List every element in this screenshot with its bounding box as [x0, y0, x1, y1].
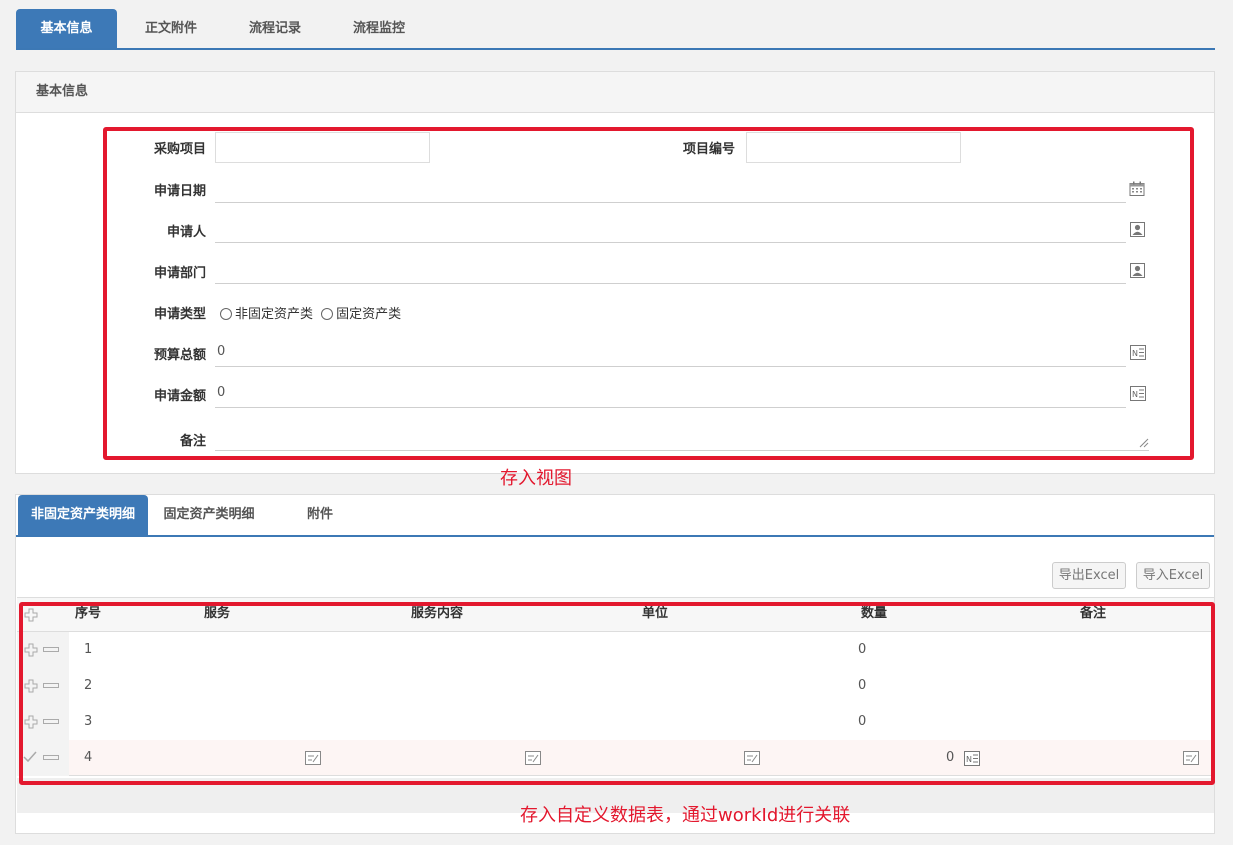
row-quantity-input[interactable]: 0: [946, 740, 954, 776]
resize-handle-icon[interactable]: [1139, 438, 1149, 448]
apply-type-radio-group: 非固定资产类 固定资产类: [220, 303, 401, 322]
tab-basic-info[interactable]: 基本信息: [16, 9, 117, 48]
applicant-label: 申请人: [166, 225, 206, 240]
confirm-check-icon[interactable]: [23, 751, 37, 763]
column-header-remark: 备注: [1079, 606, 1106, 621]
add-icon[interactable]: [24, 643, 38, 657]
svg-text:N: N: [1132, 390, 1138, 399]
detail-grid: 序号 服务 服务内容 单位 数量 备注 1 0 2 0 3 0 4 0 N: [17, 597, 1214, 813]
budget-total-input[interactable]: 0: [215, 337, 1126, 367]
remove-icon[interactable]: [43, 719, 59, 725]
row-quantity: 0: [858, 642, 867, 657]
edit-text-icon[interactable]: [1183, 751, 1199, 765]
row-ops: [17, 704, 69, 740]
table-row-editing[interactable]: 4 0 N: [17, 740, 1214, 776]
radio-non-fixed-asset[interactable]: [220, 308, 232, 320]
table-row[interactable]: 2 0: [17, 668, 1214, 704]
user-picker-icon[interactable]: [1130, 222, 1145, 237]
item-number-input[interactable]: [746, 132, 961, 163]
panel-title: 基本信息: [16, 72, 1214, 113]
row-ops: [17, 668, 69, 704]
row-index: 2: [84, 678, 93, 693]
apply-dept-input[interactable]: [215, 254, 1126, 284]
import-excel-button[interactable]: 导入Excel: [1136, 562, 1210, 589]
radio-non-fixed-asset-label: 非固定资产类: [235, 307, 314, 322]
annotation-view-text: 存入视图: [500, 468, 572, 489]
column-header-unit: 单位: [641, 606, 668, 621]
column-header-service: 服务: [203, 606, 230, 621]
edit-text-icon[interactable]: [305, 751, 321, 765]
table-row[interactable]: 1 0: [17, 632, 1214, 668]
number-icon[interactable]: N: [1130, 345, 1146, 360]
apply-amount-input[interactable]: 0: [215, 378, 1126, 408]
remove-icon[interactable]: [43, 683, 59, 689]
apply-dept-label: 申请部门: [153, 266, 206, 281]
tab-fixed-asset-detail[interactable]: 固定资产类明细: [148, 495, 270, 535]
number-icon[interactable]: N: [1130, 386, 1146, 401]
add-row-icon[interactable]: [24, 608, 38, 622]
tab-attachments[interactable]: 正文附件: [117, 9, 225, 48]
detail-panel: 非固定资产类明细 固定资产类明细 附件 导出Excel 导入Excel 序号 服…: [15, 494, 1215, 834]
row-index: 3: [84, 714, 93, 729]
column-header-index: 序号: [74, 606, 101, 621]
tab-non-fixed-asset-detail[interactable]: 非固定资产类明细: [18, 495, 148, 535]
purchase-item-label: 采购项目: [153, 142, 206, 157]
top-tab-bar: 基本信息 正文附件 流程记录 流程监控: [16, 9, 1215, 50]
remark-textarea[interactable]: [215, 419, 1149, 451]
row-ops: [17, 632, 69, 668]
row-quantity: 0: [858, 714, 867, 729]
add-icon[interactable]: [24, 679, 38, 693]
purchase-item-input[interactable]: [215, 132, 430, 163]
table-row[interactable]: 3 0: [17, 704, 1214, 740]
annotation-table-text: 存入自定义数据表，通过workId进行关联: [520, 805, 851, 826]
basic-info-panel: 基本信息 采购项目 项目编号 申请日期 申请人 申请部门 申请类型 非固定资产类…: [15, 71, 1215, 474]
svg-text:N: N: [966, 755, 972, 764]
row-index: 1: [84, 642, 93, 657]
detail-tab-bar: 非固定资产类明细 固定资产类明细 附件: [16, 495, 1214, 537]
column-header-service-content: 服务内容: [410, 606, 463, 621]
apply-date-label: 申请日期: [153, 184, 206, 199]
item-number-label: 项目编号: [682, 142, 735, 157]
apply-type-label: 申请类型: [153, 307, 206, 322]
grid-header: 序号 服务 服务内容 单位 数量 备注: [17, 598, 1214, 632]
svg-text:N: N: [1132, 349, 1138, 358]
remove-icon[interactable]: [43, 755, 59, 761]
applicant-input[interactable]: [215, 213, 1126, 243]
number-icon[interactable]: N: [964, 751, 980, 766]
edit-text-icon[interactable]: [525, 751, 541, 765]
edit-text-icon[interactable]: [744, 751, 760, 765]
row-index: 4: [84, 750, 93, 765]
export-excel-button[interactable]: 导出Excel: [1052, 562, 1126, 589]
remove-icon[interactable]: [43, 647, 59, 653]
row-ops: [17, 740, 69, 776]
add-icon[interactable]: [24, 715, 38, 729]
apply-date-input[interactable]: [215, 173, 1126, 203]
radio-fixed-asset[interactable]: [321, 308, 334, 320]
tab-flow-records[interactable]: 流程记录: [225, 9, 325, 48]
apply-amount-label: 申请金额: [153, 389, 206, 404]
tab-flow-monitor[interactable]: 流程监控: [325, 9, 433, 48]
column-header-quantity: 数量: [860, 606, 887, 621]
user-picker-icon[interactable]: [1130, 263, 1145, 278]
calendar-icon[interactable]: [1129, 181, 1145, 197]
tab-detail-attachments[interactable]: 附件: [270, 495, 370, 535]
remark-label: 备注: [179, 434, 206, 449]
row-quantity: 0: [858, 678, 867, 693]
radio-fixed-asset-label: 固定资产类: [336, 307, 402, 322]
budget-total-label: 预算总额: [153, 348, 206, 363]
